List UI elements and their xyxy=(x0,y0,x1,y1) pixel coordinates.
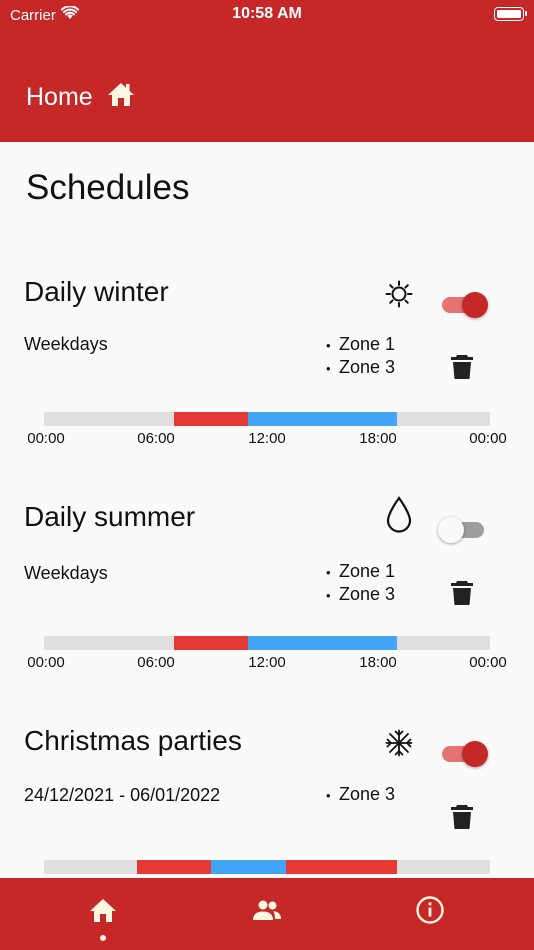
schedule-days: Weekdays xyxy=(24,563,108,583)
tick-label: 12:00 xyxy=(248,654,286,671)
nav-users-button[interactable] xyxy=(247,896,287,928)
appbar-title-label: Home xyxy=(26,83,93,111)
zone-item: Zone 3 xyxy=(326,783,395,806)
timeline-segment xyxy=(248,636,398,650)
schedule-enable-toggle[interactable] xyxy=(440,739,488,769)
status-bar: Carrier 10:58 AM xyxy=(0,0,534,28)
schedule-days: 24/12/2021 - 06/01/2022 xyxy=(24,785,221,805)
timeline-segment xyxy=(211,860,286,874)
tick-label: 00:00 xyxy=(469,654,507,671)
schedule-enable-toggle[interactable] xyxy=(438,515,488,545)
schedule-card[interactable]: Christmas parties 24/12/2021 - 06/01/202… xyxy=(0,725,534,878)
tick-label: 06:00 xyxy=(137,430,175,447)
schedule-zones: Zone 3 xyxy=(326,783,395,806)
tick-label: 00:00 xyxy=(27,654,65,671)
zone-item: Zone 1 xyxy=(326,560,395,583)
delete-trash-icon[interactable] xyxy=(450,804,474,830)
water-drop-icon xyxy=(383,496,415,533)
schedule-days: Weekdays xyxy=(24,334,108,354)
timeline-axis: 00:00 06:00 12:00 18:00 00:00 xyxy=(0,430,534,450)
nav-home-button[interactable] xyxy=(83,896,123,928)
timeline-segment xyxy=(136,860,212,874)
zone-item: Zone 3 xyxy=(326,356,395,379)
timeline-segment xyxy=(285,860,398,874)
tick-label: 00:00 xyxy=(469,430,507,447)
sun-icon xyxy=(383,276,415,312)
schedule-timeline xyxy=(44,860,490,874)
schedule-card[interactable]: Daily summer Weekdays Zone 1 Zone 3 00:0… xyxy=(0,496,534,721)
tick-label: 00:00 xyxy=(27,430,65,447)
schedule-zones: Zone 1 Zone 3 xyxy=(326,333,395,378)
schedule-timeline xyxy=(44,412,490,426)
zone-item: Zone 3 xyxy=(326,583,395,606)
schedule-enable-toggle[interactable] xyxy=(440,290,488,320)
timeline-segment xyxy=(174,636,249,650)
home-icon xyxy=(107,81,135,114)
nav-info-button[interactable] xyxy=(410,895,450,930)
schedule-name: Christmas parties xyxy=(24,725,242,756)
status-time: 10:58 AM xyxy=(232,5,302,22)
app-header: Carrier 10:58 AM Home xyxy=(0,0,534,142)
schedule-timeline xyxy=(44,636,490,650)
home-icon xyxy=(89,897,117,928)
people-icon xyxy=(252,899,282,926)
active-indicator xyxy=(100,935,106,941)
schedule-name: Daily winter xyxy=(24,276,169,307)
appbar-title: Home xyxy=(26,81,135,114)
tick-label: 18:00 xyxy=(359,654,397,671)
schedules-list[interactable]: Schedules Daily winter Weekdays Zone 1 Z… xyxy=(0,142,534,878)
tick-label: 06:00 xyxy=(137,654,175,671)
tick-label: 12:00 xyxy=(248,430,286,447)
delete-trash-icon[interactable] xyxy=(450,354,474,380)
zone-item: Zone 1 xyxy=(326,333,395,356)
tick-label: 18:00 xyxy=(359,430,397,447)
timeline-segment xyxy=(248,412,398,426)
timeline-axis: 00:00 06:00 12:00 18:00 00:00 xyxy=(0,654,534,674)
schedule-zones: Zone 1 Zone 3 xyxy=(326,560,395,605)
battery-icon xyxy=(494,7,527,21)
timeline-segment xyxy=(174,412,249,426)
bottom-navigation xyxy=(0,878,534,950)
delete-trash-icon[interactable] xyxy=(450,580,474,606)
schedule-card[interactable]: Daily winter Weekdays Zone 1 Zone 3 00:0… xyxy=(0,276,534,496)
info-icon xyxy=(415,895,445,930)
schedule-name: Daily summer xyxy=(24,501,196,532)
snowflake-icon xyxy=(383,725,415,761)
page-title: Schedules xyxy=(26,168,190,207)
